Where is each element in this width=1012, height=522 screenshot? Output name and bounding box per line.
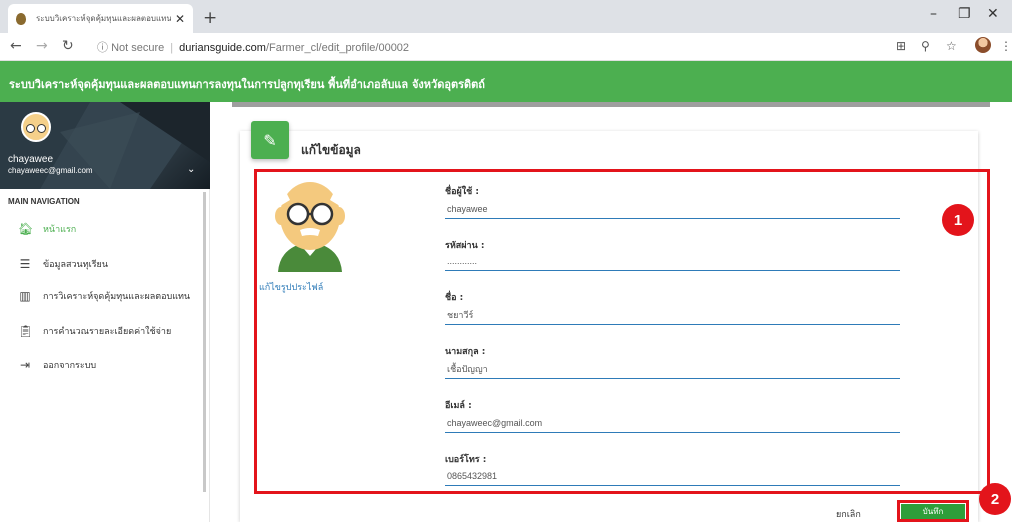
user-email: chayaweec@gmail.com — [8, 166, 93, 175]
sidebar: chayawee chayaweec@gmail.com ⌄ MAIN NAVI… — [0, 102, 210, 522]
pencil-icon: ✎ — [251, 121, 289, 159]
close-tab-icon[interactable]: ✕ — [175, 12, 185, 26]
header-divider — [232, 102, 990, 107]
sidebar-item-orchard-data[interactable]: ☰ ข้อมูลสวนทุเรียน — [0, 252, 206, 276]
menu-dots-icon[interactable]: ⋮ — [1000, 39, 1012, 53]
page-title: แก้ไขข้อมูล — [301, 143, 361, 157]
durian-favicon-icon — [16, 12, 26, 25]
user-avatar — [21, 112, 51, 142]
url-path: /Farmer_cl/edit_profile/00002 — [265, 42, 410, 54]
sidebar-item-breakeven-analysis[interactable]: ▥ การวิเคราะห์จุดคุ้มทุนและผลตอบแทน — [0, 284, 206, 308]
bar-chart-icon: ▥ — [19, 289, 31, 303]
step-badge-1: 1 — [942, 204, 974, 236]
clipboard-icon: 📋︎ — [18, 324, 34, 338]
avatar-eye-left — [26, 124, 35, 133]
step-badge-2: 2 — [979, 483, 1011, 515]
app-title: ระบบวิเคราะห์จุดคุ้มทุนและผลตอบแทนการลงท… — [9, 78, 485, 91]
cancel-button[interactable]: ยกเลิก — [836, 507, 861, 521]
bookmark-star-icon[interactable]: ☆ — [946, 39, 957, 53]
close-window-icon[interactable]: ✕ — [987, 6, 999, 22]
user-info-panel: chayawee chayaweec@gmail.com ⌄ — [0, 102, 210, 189]
translate-icon[interactable]: ⊞ — [896, 39, 906, 53]
address-bar: ← → ↻ ⓘ Not secure | duriansguide.com/Farm… — [0, 33, 1012, 61]
minimize-icon[interactable]: – — [930, 6, 937, 22]
logout-icon: ⇥ — [19, 358, 31, 372]
tab-title: ระบบวิเคราะห์จุดคุ้มทุนและผลตอบแทน — [36, 14, 171, 23]
url-host: duriansguide.com — [179, 42, 266, 54]
highlight-box-form — [254, 169, 990, 494]
maximize-icon[interactable]: ❐ — [958, 6, 971, 22]
back-icon[interactable]: ← — [10, 38, 22, 54]
profile-avatar-icon[interactable] — [975, 37, 991, 53]
user-name: chayawee — [8, 154, 54, 165]
sidebar-item-label: การคำนวณรายละเอียดค่าใช้จ่าย — [43, 327, 172, 337]
new-tab-icon[interactable]: + — [203, 8, 217, 28]
nav-header: MAIN NAVIGATION — [8, 197, 80, 206]
security-label: Not secure — [111, 42, 165, 54]
home-icon: 🏠︎ — [18, 222, 34, 236]
browser-tab-bar: ระบบวิเคราะห์จุดคุ้มทุนและผลตอบแทน ✕ + –… — [0, 0, 1012, 33]
forward-icon[interactable]: → — [36, 38, 48, 54]
list-icon: ☰ — [19, 257, 31, 271]
sidebar-scrollbar[interactable] — [203, 192, 206, 492]
save-button[interactable]: บันทึก — [901, 504, 965, 519]
sidebar-item-label: ข้อมูลสวนทุเรียน — [43, 260, 108, 270]
info-icon[interactable]: ⓘ — [97, 42, 108, 54]
sidebar-item-label: ออกจากระบบ — [43, 361, 97, 371]
sidebar-item-label: หน้าแรก — [43, 225, 77, 235]
chevron-down-icon[interactable]: ⌄ — [187, 164, 195, 175]
app-header: ระบบวิเคราะห์จุดคุ้มทุนและผลตอบแทนการลงท… — [0, 61, 1012, 102]
zoom-icon[interactable]: ⚲ — [921, 39, 930, 53]
sidebar-item-logout[interactable]: ⇥ ออกจากระบบ — [0, 353, 206, 377]
sidebar-item-expense-calc[interactable]: 📋︎ การคำนวณรายละเอียดค่าใช้จ่าย — [0, 319, 206, 343]
url-field[interactable]: ⓘ Not secure | duriansguide.com/Farmer_cl/… — [97, 39, 409, 55]
sidebar-item-home[interactable]: 🏠︎ หน้าแรก — [0, 217, 206, 241]
sidebar-item-label: การวิเคราะห์จุดคุ้มทุนและผลตอบแทน — [43, 292, 191, 302]
reload-icon[interactable]: ↻ — [62, 38, 74, 54]
browser-tab[interactable]: ระบบวิเคราะห์จุดคุ้มทุนและผลตอบแทน ✕ — [8, 4, 193, 33]
avatar-eye-right — [37, 124, 46, 133]
